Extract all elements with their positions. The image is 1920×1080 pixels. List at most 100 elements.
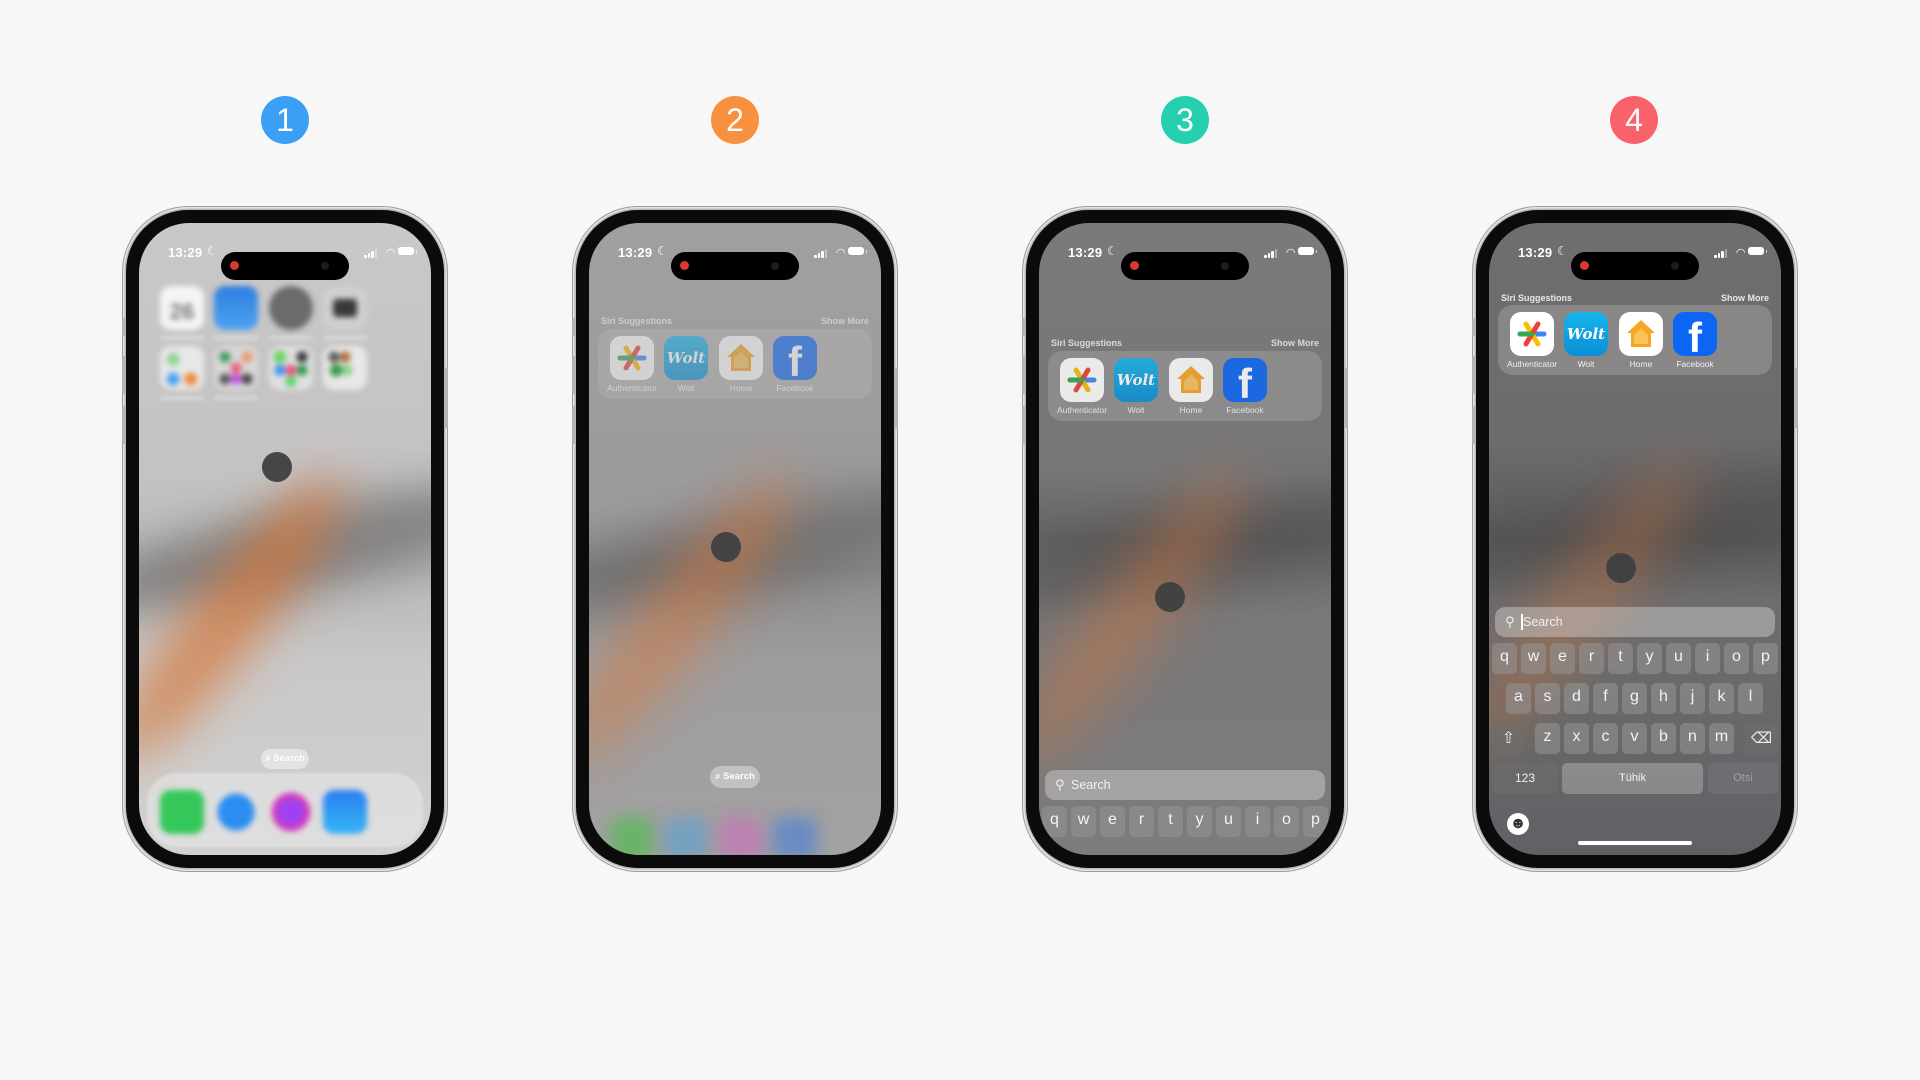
app-authenticator[interactable]: Authenticator xyxy=(604,336,660,393)
mail-icon[interactable] xyxy=(323,790,367,834)
key-o[interactable]: o xyxy=(1724,643,1749,674)
key-i[interactable]: i xyxy=(1245,806,1270,837)
show-more-link[interactable]: Show More xyxy=(821,316,869,326)
phone-icon xyxy=(610,817,654,855)
safari-icon[interactable] xyxy=(214,790,258,834)
folder-icon[interactable] xyxy=(160,346,204,390)
facebook-icon: f xyxy=(1223,358,1267,402)
key-w[interactable]: w xyxy=(1071,806,1096,837)
app-authenticator[interactable]: Authenticator xyxy=(1504,312,1560,369)
calendar-icon[interactable]: 26 xyxy=(160,286,204,330)
status-bar: 13:29 ☾ ◠ xyxy=(1039,243,1331,280)
app-facebook[interactable]: f Facebook xyxy=(1667,312,1723,369)
app-home[interactable]: Home xyxy=(713,336,769,393)
key-i[interactable]: i xyxy=(1695,643,1720,674)
emoji-icon[interactable]: ☻ xyxy=(1507,813,1529,835)
folder-label xyxy=(160,396,204,400)
key-u[interactable]: u xyxy=(1666,643,1691,674)
key-k[interactable]: k xyxy=(1709,683,1734,714)
key-e[interactable]: e xyxy=(1100,806,1125,837)
key-y[interactable]: y xyxy=(1187,806,1212,837)
search-go-key[interactable]: Otsi xyxy=(1708,763,1778,794)
search-input[interactable]: ⚲ Search xyxy=(1045,770,1325,800)
key-m[interactable]: m xyxy=(1709,723,1734,754)
search-input[interactable]: ⚲ Search xyxy=(1495,607,1775,637)
settings-icon[interactable] xyxy=(269,286,313,330)
key-l[interactable]: l xyxy=(1738,683,1763,714)
cellular-signal-icon xyxy=(1264,248,1278,258)
shift-icon: ⇧ xyxy=(1501,730,1516,747)
key-n[interactable]: n xyxy=(1680,723,1705,754)
app-wolt[interactable]: Wolt Wolt xyxy=(658,336,714,393)
show-more-link[interactable]: Show More xyxy=(1721,293,1769,303)
key-p[interactable]: p xyxy=(1753,643,1778,674)
key-g[interactable]: g xyxy=(1622,683,1647,714)
phone-step-3: 13:29 ☾ ◠ Siri Suggestions Show More Aut… xyxy=(1022,210,1348,868)
wallpaper-shape xyxy=(1039,454,1268,782)
dynamic-island xyxy=(671,252,799,280)
search-pill-label: Search xyxy=(273,753,305,764)
app-wolt[interactable]: Wolt Wolt xyxy=(1558,312,1614,369)
phone-icon[interactable] xyxy=(160,790,204,834)
delete-key[interactable]: ⌫ xyxy=(1745,723,1778,754)
app-wolt[interactable]: Wolt Wolt xyxy=(1108,358,1164,415)
search-placeholder: Search xyxy=(1523,615,1563,629)
home-indicator[interactable] xyxy=(1578,841,1692,845)
key-v[interactable]: v xyxy=(1622,723,1647,754)
key-t[interactable]: t xyxy=(1608,643,1633,674)
key-j[interactable]: j xyxy=(1680,683,1705,714)
shift-key[interactable]: ⇧ xyxy=(1492,723,1525,754)
key-r[interactable]: r xyxy=(1579,643,1604,674)
key-d[interactable]: d xyxy=(1564,683,1589,714)
key-u[interactable]: u xyxy=(1216,806,1241,837)
folder-icon[interactable] xyxy=(214,346,258,390)
key-t[interactable]: t xyxy=(1158,806,1183,837)
key-f[interactable]: f xyxy=(1593,683,1618,714)
search-pill-button[interactable]: ⌕ Search xyxy=(261,749,309,769)
search-pill-button[interactable]: ⌕ Search xyxy=(710,766,760,788)
weather-icon[interactable] xyxy=(214,286,258,330)
key-z[interactable]: z xyxy=(1535,723,1560,754)
siri-suggestions-header: Siri Suggestions Show More xyxy=(601,316,869,326)
phone-step-2: 13:29 ☾ ◠ Siri Suggestions Show More Aut… xyxy=(572,210,898,868)
front-camera-icon xyxy=(321,262,329,270)
key-x[interactable]: x xyxy=(1564,723,1589,754)
show-more-link[interactable]: Show More xyxy=(1271,338,1319,348)
key-o[interactable]: o xyxy=(1274,806,1299,837)
touch-indicator xyxy=(262,452,292,482)
key-c[interactable]: c xyxy=(1593,723,1618,754)
magnifier-icon: ⌕ xyxy=(715,771,721,782)
recording-indicator-icon xyxy=(1130,261,1139,270)
app-label: Authenticator xyxy=(1506,359,1558,369)
numbers-key[interactable]: 123 xyxy=(1492,763,1558,794)
volume-down-button xyxy=(1022,406,1025,444)
key-y[interactable]: y xyxy=(1637,643,1662,674)
wallpaper-shape xyxy=(1489,442,1718,769)
app-facebook[interactable]: f Facebook xyxy=(767,336,823,393)
app-home[interactable]: Home xyxy=(1163,358,1219,415)
app-facebook[interactable]: f Facebook xyxy=(1217,358,1273,415)
touch-indicator xyxy=(1155,582,1185,612)
key-r[interactable]: r xyxy=(1129,806,1154,837)
key-w[interactable]: w xyxy=(1521,643,1546,674)
key-s[interactable]: s xyxy=(1535,683,1560,714)
search-screen: 13:29 ☾ ◠ Siri Suggestions Show More Aut… xyxy=(1039,223,1331,855)
key-b[interactable]: b xyxy=(1651,723,1676,754)
key-p[interactable]: p xyxy=(1303,806,1328,837)
authenticator-icon xyxy=(1510,312,1554,356)
messenger-icon[interactable] xyxy=(269,790,313,834)
key-a[interactable]: a xyxy=(1506,683,1531,714)
space-key[interactable]: Tühik xyxy=(1562,763,1703,794)
key-q[interactable]: q xyxy=(1042,806,1067,837)
magnifier-icon: ⌕ xyxy=(265,753,271,764)
camera-icon[interactable] xyxy=(323,286,367,330)
folder-icon[interactable] xyxy=(269,346,313,390)
moon-icon: ☾ xyxy=(207,244,218,258)
key-e[interactable]: e xyxy=(1550,643,1575,674)
folder-icon[interactable] xyxy=(323,346,367,390)
app-authenticator[interactable]: Authenticator xyxy=(1054,358,1110,415)
app-home[interactable]: Home xyxy=(1613,312,1669,369)
key-h[interactable]: h xyxy=(1651,683,1676,714)
status-bar: 13:29 ☾ ◠ xyxy=(139,243,431,280)
key-q[interactable]: q xyxy=(1492,643,1517,674)
